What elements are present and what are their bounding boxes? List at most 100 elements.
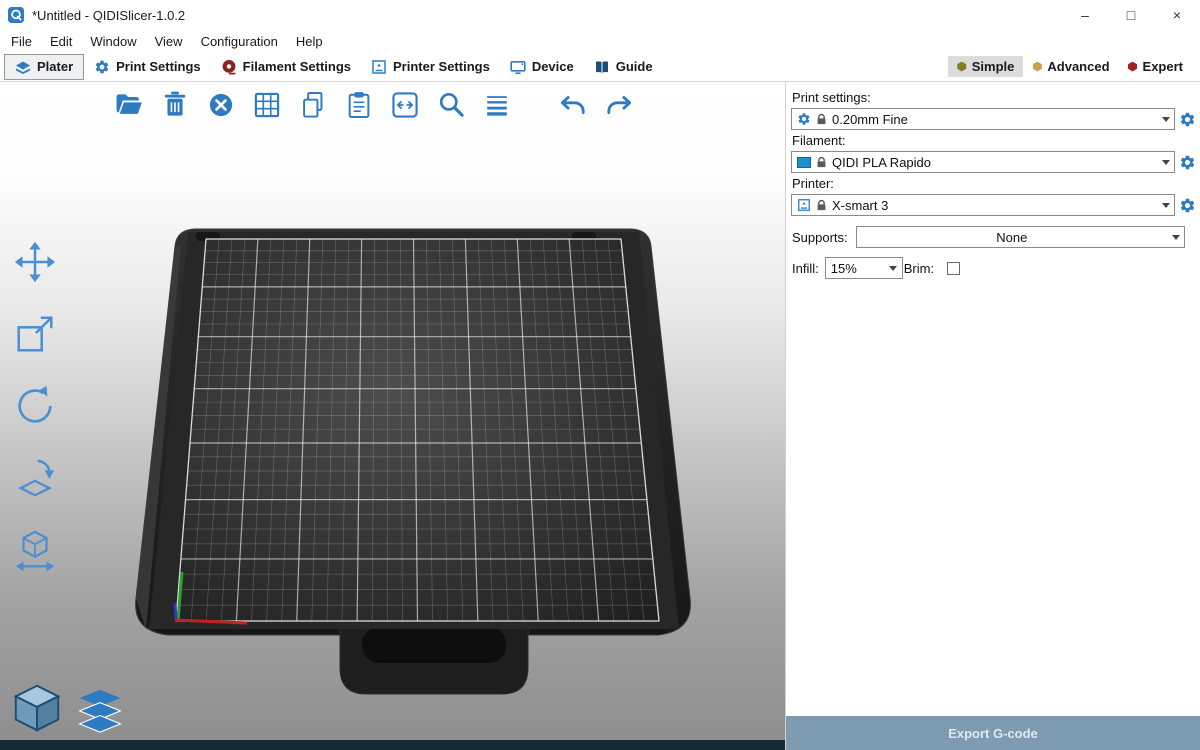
menu-edit[interactable]: Edit — [41, 34, 81, 49]
filament-label: Filament: — [792, 133, 1197, 148]
place-on-face-icon — [12, 455, 58, 501]
close-button[interactable]: × — [1154, 0, 1200, 30]
print-settings-detail-button[interactable] — [1178, 109, 1197, 129]
gear-icon — [1179, 197, 1196, 214]
title-bar: *Untitled - QIDISlicer-1.0.2 – □ × — [0, 0, 1200, 30]
mode-simple[interactable]: Simple — [948, 56, 1024, 77]
delete-all-icon — [205, 89, 237, 121]
scale-icon — [12, 311, 58, 357]
undo-button[interactable] — [556, 86, 590, 124]
gizmo-rotate[interactable] — [8, 382, 62, 430]
menu-view[interactable]: View — [146, 34, 192, 49]
device-monitor-icon — [510, 59, 526, 75]
expert-mode-dot-icon — [1128, 62, 1138, 72]
tab-label: Guide — [616, 59, 653, 74]
tab-guide[interactable]: Guide — [584, 54, 663, 80]
tab-label: Device — [532, 59, 574, 74]
gear-icon — [1179, 154, 1196, 171]
delete-button[interactable] — [158, 86, 192, 124]
tab-label: Print Settings — [116, 59, 201, 74]
guide-book-icon — [594, 59, 610, 75]
infill-value: 15% — [831, 261, 880, 276]
app-window: *Untitled - QIDISlicer-1.0.2 – □ × File … — [0, 0, 1200, 750]
search-icon — [435, 89, 467, 121]
paste-icon — [343, 89, 375, 121]
printer-value: X-smart 3 — [832, 198, 1152, 213]
mode-label: Simple — [972, 59, 1015, 74]
printer-label: Printer: — [792, 176, 1197, 191]
arrange-icon — [251, 89, 283, 121]
gizmo-toolbar — [8, 238, 62, 574]
chevron-down-icon — [1157, 152, 1174, 172]
filament-spool-icon — [221, 59, 237, 75]
view-switch — [10, 680, 124, 734]
printer-icon — [797, 198, 811, 212]
maximize-button[interactable]: □ — [1108, 0, 1154, 30]
plater-icon — [15, 59, 31, 75]
tab-bar: Plater Print Settings Filament Settings … — [0, 52, 1200, 82]
app-logo-icon — [8, 7, 24, 23]
chevron-down-icon — [1157, 109, 1174, 129]
move-icon — [12, 239, 58, 285]
print-settings-combo[interactable]: 0.20mm Fine — [791, 108, 1175, 130]
mode-expert[interactable]: Expert — [1119, 56, 1192, 77]
infill-combo[interactable]: 15% — [825, 257, 903, 279]
split-button[interactable] — [388, 86, 422, 124]
gizmo-scale[interactable] — [8, 310, 62, 358]
gear-icon — [1179, 111, 1196, 128]
arrange-button[interactable] — [250, 86, 284, 124]
supports-value: None — [862, 230, 1162, 245]
mode-switcher: Simple Advanced Expert — [948, 56, 1200, 77]
supports-label: Supports: — [792, 230, 848, 245]
printer-detail-button[interactable] — [1178, 195, 1197, 215]
menu-help[interactable]: Help — [287, 34, 332, 49]
menu-file[interactable]: File — [2, 34, 41, 49]
filament-color-swatch — [797, 157, 811, 168]
3d-viewport[interactable] — [0, 82, 785, 750]
open-folder-button[interactable] — [112, 86, 146, 124]
filament-detail-button[interactable] — [1178, 152, 1197, 172]
3d-editor-view-button[interactable] — [10, 680, 64, 734]
tab-device[interactable]: Device — [500, 54, 584, 80]
printer-icon — [371, 59, 387, 75]
tab-plater[interactable]: Plater — [4, 54, 84, 80]
preview-layers-button[interactable] — [76, 686, 124, 734]
print-settings-gear-icon — [94, 59, 110, 75]
copy-icon — [297, 89, 329, 121]
paste-button[interactable] — [342, 86, 376, 124]
variable-layer-height-icon — [481, 89, 513, 121]
menu-window[interactable]: Window — [81, 34, 145, 49]
delete-all-button[interactable] — [204, 86, 238, 124]
undo-icon — [557, 89, 589, 121]
minimize-button[interactable]: – — [1062, 0, 1108, 30]
search-button[interactable] — [434, 86, 468, 124]
tab-print-settings[interactable]: Print Settings — [84, 54, 211, 80]
delete-icon — [159, 89, 191, 121]
export-gcode-button[interactable]: Export G-code — [786, 716, 1200, 750]
copy-button[interactable] — [296, 86, 330, 124]
gizmo-move[interactable] — [8, 238, 62, 286]
printer-combo[interactable]: X-smart 3 — [791, 194, 1175, 216]
tab-printer-settings[interactable]: Printer Settings — [361, 54, 500, 80]
build-plate — [0, 82, 785, 750]
tab-label: Plater — [37, 59, 73, 74]
supports-combo[interactable]: None — [856, 226, 1185, 248]
window-title: *Untitled - QIDISlicer-1.0.2 — [32, 8, 185, 23]
menu-configuration[interactable]: Configuration — [192, 34, 287, 49]
variable-layer-height-button[interactable] — [480, 86, 514, 124]
mode-advanced[interactable]: Advanced — [1023, 56, 1118, 77]
filament-combo[interactable]: QIDI PLA Rapido — [791, 151, 1175, 173]
gizmo-place-on-face[interactable] — [8, 454, 62, 502]
gizmo-measure[interactable] — [8, 526, 62, 574]
rotate-icon — [12, 383, 58, 429]
advanced-mode-dot-icon — [1032, 62, 1042, 72]
status-strip — [0, 740, 785, 750]
chevron-down-icon — [885, 258, 902, 278]
brim-label: Brim: — [904, 261, 934, 276]
tab-filament-settings[interactable]: Filament Settings — [211, 54, 361, 80]
redo-button[interactable] — [602, 86, 636, 124]
redo-icon — [603, 89, 635, 121]
chevron-down-icon — [1167, 227, 1184, 247]
tab-label: Filament Settings — [243, 59, 351, 74]
brim-checkbox[interactable] — [947, 262, 960, 275]
